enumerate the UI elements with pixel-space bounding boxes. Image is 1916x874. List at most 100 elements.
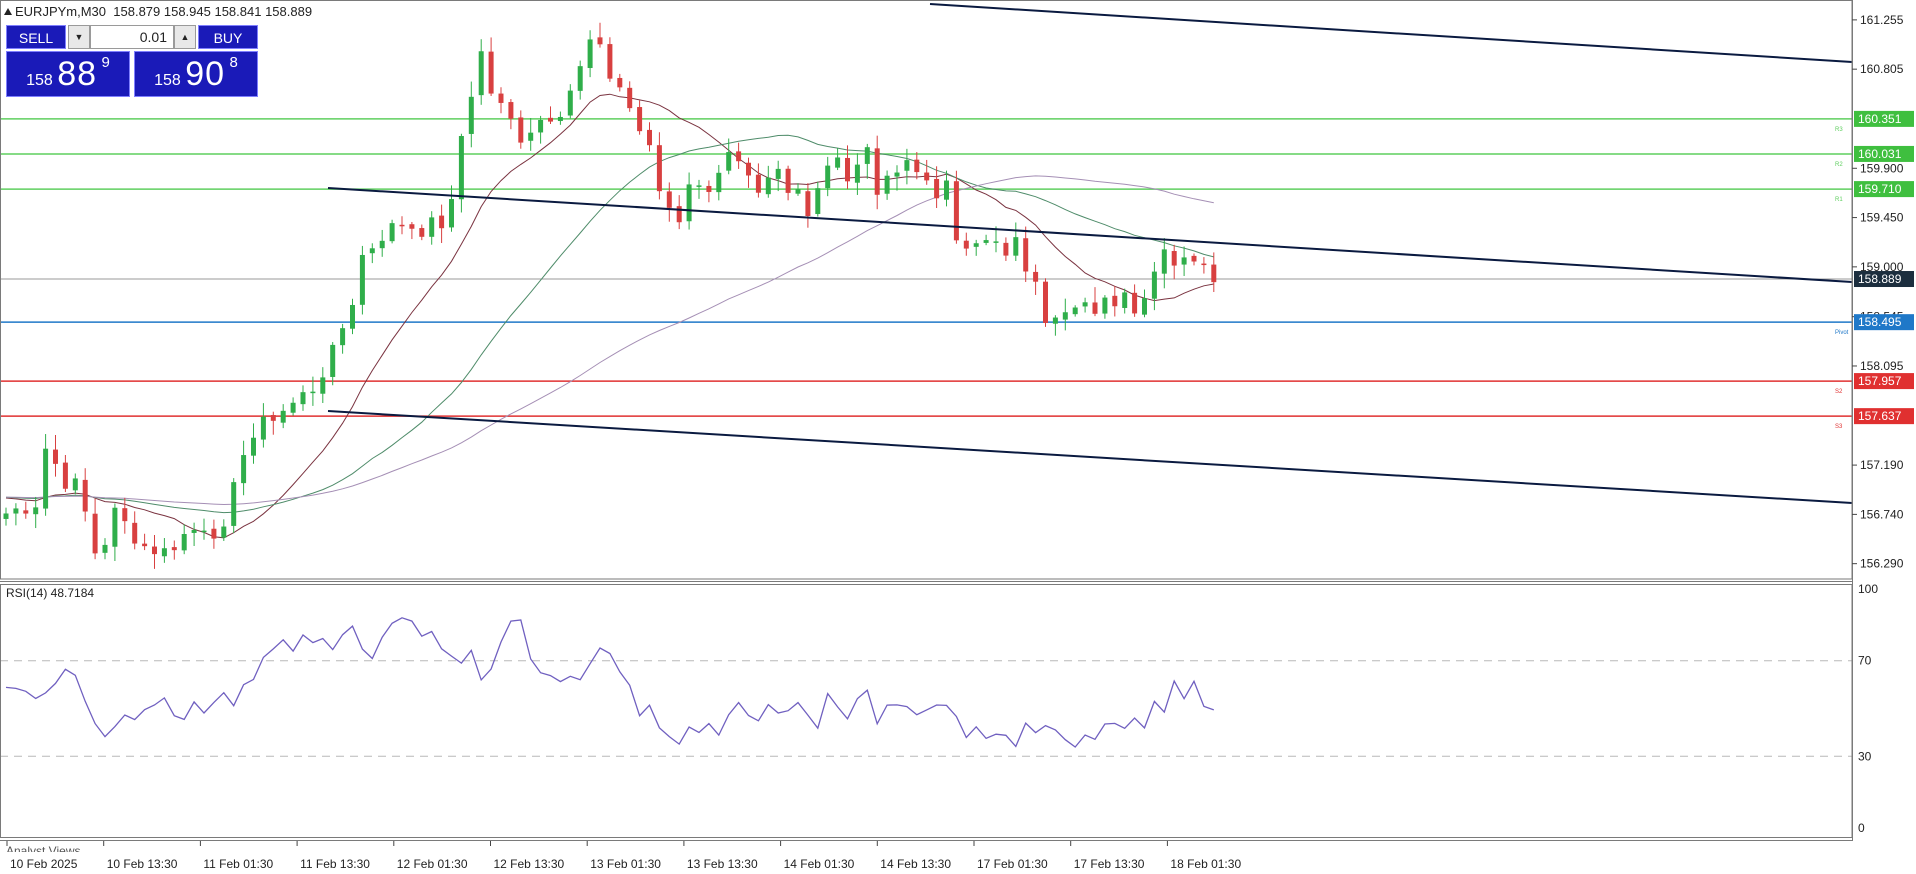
price-tick-label: 161.255 xyxy=(1860,13,1904,27)
analyst-views-tab[interactable]: Analyst Views xyxy=(6,840,80,852)
candle-body xyxy=(290,402,296,413)
candle-body xyxy=(528,132,534,141)
rsi-tick-label: 0 xyxy=(1858,821,1865,835)
candle-body xyxy=(1132,292,1138,314)
level-tag-s2: S2 xyxy=(1835,389,1843,395)
rsi-panel: 100 70 30 0 xyxy=(0,582,1878,835)
candle-body xyxy=(92,513,98,554)
volume-increase-icon[interactable]: ▲ xyxy=(174,25,196,49)
rsi-tick-label: 100 xyxy=(1858,582,1878,596)
time-tick-label: 14 Feb 13:30 xyxy=(880,857,951,871)
candle-body xyxy=(696,185,702,187)
collapse-triangle-icon[interactable] xyxy=(4,8,12,15)
candle-body xyxy=(765,177,771,195)
candle-body xyxy=(72,478,78,491)
time-tick-label: 13 Feb 13:30 xyxy=(687,857,758,871)
chart-window[interactable]: R3 R2 R1 Pivot S2 S3 100 70 30 0 161.255 160.805 1… xyxy=(0,0,1916,874)
candle-body xyxy=(963,240,969,249)
sell-price-button[interactable]: 158 88 9 xyxy=(6,51,130,97)
candle-body xyxy=(231,482,237,526)
level-tag-s3: S3 xyxy=(1835,424,1843,430)
candle-body xyxy=(854,164,860,183)
current-price-badge-text: 158.889 xyxy=(1858,272,1902,286)
candle-body xyxy=(755,174,761,193)
candle-body xyxy=(815,188,821,214)
rsi-tick-label: 70 xyxy=(1858,654,1872,668)
candle-body xyxy=(686,184,692,222)
buy-button[interactable]: BUY xyxy=(198,25,258,49)
ohlc-values: 158.879 158.945 158.841 158.889 xyxy=(113,4,313,19)
channel-mid-line[interactable] xyxy=(327,187,1853,283)
candle-body xyxy=(389,223,395,242)
price-tick-label: 159.900 xyxy=(1860,161,1904,175)
candle-body xyxy=(270,415,276,421)
candle-body xyxy=(835,157,841,168)
time-tick-label: 10 Feb 13:30 xyxy=(107,857,178,871)
candle-body xyxy=(597,37,603,45)
candle-body xyxy=(746,162,751,176)
candle-body xyxy=(340,328,346,346)
candle-body xyxy=(439,215,445,229)
candle-body xyxy=(1003,242,1009,256)
candle-body xyxy=(23,510,29,514)
price-chart[interactable]: R3 R2 R1 Pivot S2 S3 100 70 30 0 161.255 160.805 1… xyxy=(0,0,1916,874)
candle-body xyxy=(1033,271,1039,282)
candle-body xyxy=(171,547,177,551)
level-badge-text: 158.495 xyxy=(1858,315,1902,329)
sell-price-prefix: 158 xyxy=(26,72,53,89)
candle-body xyxy=(429,217,435,237)
one-click-trading-panel: SELL ▼ ▲ BUY 158 88 9 158 90 8 xyxy=(6,25,258,97)
time-tick-label: 12 Feb 13:30 xyxy=(494,857,565,871)
candle-body xyxy=(181,533,187,551)
candle-body xyxy=(1211,264,1217,283)
candle-body xyxy=(251,437,256,456)
candle-body xyxy=(201,530,207,533)
candle-body xyxy=(478,51,484,96)
candle-body xyxy=(1151,271,1157,299)
candle-body xyxy=(409,224,415,229)
candle-body xyxy=(122,508,128,522)
price-tick-label: 157.190 xyxy=(1860,458,1904,472)
candle-body xyxy=(1023,238,1029,272)
candle-body xyxy=(805,191,811,217)
level-tag-r2: R2 xyxy=(1835,162,1843,168)
candle-body xyxy=(1112,295,1118,307)
candle-body xyxy=(884,175,890,194)
moving-averages xyxy=(5,93,1214,539)
candle-body xyxy=(617,77,623,88)
time-tick-label: 11 Feb 13:30 xyxy=(300,857,370,871)
rsi-line xyxy=(5,617,1215,748)
candle-body xyxy=(538,119,544,133)
symbol-label: EURJPYm,M30 xyxy=(15,4,107,19)
candle-body xyxy=(914,159,920,173)
axes: 161.255160.805159.900159.450159.000158.5… xyxy=(0,0,1904,871)
candle-body xyxy=(548,117,553,122)
candle-body xyxy=(1082,302,1088,307)
time-tick-label: 11 Feb 01:30 xyxy=(203,857,273,871)
candle-body xyxy=(508,102,514,119)
candle-body xyxy=(874,148,880,195)
sell-button[interactable]: SELL xyxy=(6,25,66,49)
sell-price-main: 88 xyxy=(57,55,98,93)
time-tick-label: 18 Feb 01:30 xyxy=(1170,857,1241,871)
candle-body xyxy=(953,181,959,241)
price-tick-label: 156.740 xyxy=(1860,507,1904,521)
ma-fast-line xyxy=(5,93,1214,539)
ma-mid-line xyxy=(5,134,1214,514)
buy-price-button[interactable]: 158 90 8 xyxy=(134,51,258,97)
candle-body xyxy=(53,449,58,464)
channel-lower-line[interactable] xyxy=(327,410,1853,504)
candle-body xyxy=(369,248,375,254)
candlesticks xyxy=(3,22,1217,569)
candle-body xyxy=(142,543,148,547)
volume-decrease-icon[interactable]: ▼ xyxy=(68,25,90,49)
candle-body xyxy=(241,455,247,484)
candle-body xyxy=(320,377,326,394)
channel-upper-line[interactable] xyxy=(929,3,1853,63)
rsi-panel-frame xyxy=(0,584,1853,838)
candle-body xyxy=(647,129,652,146)
time-tick-label: 10 Feb 2025 xyxy=(10,857,78,871)
trend-channel[interactable] xyxy=(327,3,1853,504)
candle-body xyxy=(845,157,850,182)
volume-input[interactable] xyxy=(90,25,174,49)
